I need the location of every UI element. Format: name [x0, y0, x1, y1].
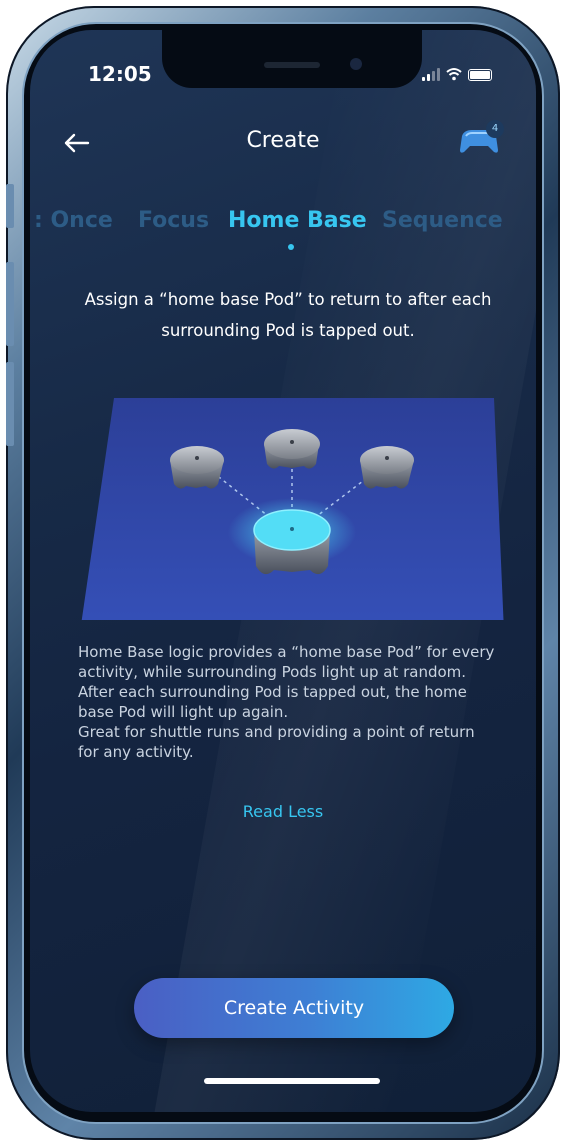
home-base-illustration — [81, 398, 504, 620]
home-indicator[interactable] — [204, 1078, 380, 1084]
app-screen: 12:05 Create 4 : Once Focus Home Base Se… — [30, 30, 536, 1112]
active-tab-indicator — [288, 244, 294, 250]
pod-left — [170, 446, 224, 489]
tab-once-label: Once — [50, 208, 113, 233]
front-camera — [350, 58, 362, 70]
wifi-icon — [446, 68, 462, 81]
pod-right — [360, 446, 414, 489]
description: Home Base logic provides a “home base Po… — [78, 642, 498, 762]
volume-down-button — [6, 362, 14, 446]
pod-center — [264, 429, 320, 469]
description-paragraph: Home Base logic provides a “home base Po… — [78, 643, 495, 681]
intro-text: Assign a “home base Pod” to return to af… — [84, 290, 492, 340]
status-time: 12:05 — [88, 62, 152, 86]
create-activity-button[interactable]: Create Activity — [134, 978, 454, 1038]
speaker — [264, 62, 320, 68]
read-less-link[interactable]: Read Less — [30, 802, 536, 821]
pod-count-badge: 4 — [486, 120, 504, 138]
description-paragraph: Great for shuttle runs and providing a p… — [78, 723, 475, 761]
tab-sequence[interactable]: Sequence — [382, 208, 503, 233]
description-paragraph: After each surrounding Pod is tapped out… — [78, 683, 467, 721]
tab-focus[interactable]: Focus — [138, 208, 209, 233]
notch — [162, 30, 422, 88]
silent-switch — [6, 184, 14, 228]
battery-icon — [468, 69, 492, 81]
status-icons — [422, 65, 492, 81]
tab-once-prefix: : — [34, 208, 43, 233]
logic-tabs: : Once Focus Home Base Sequence — [30, 208, 536, 242]
signal-icon — [422, 67, 440, 81]
volume-up-button — [6, 262, 14, 346]
tab-home-base[interactable]: Home Base — [228, 208, 367, 233]
tab-once[interactable]: : Once — [34, 208, 113, 233]
